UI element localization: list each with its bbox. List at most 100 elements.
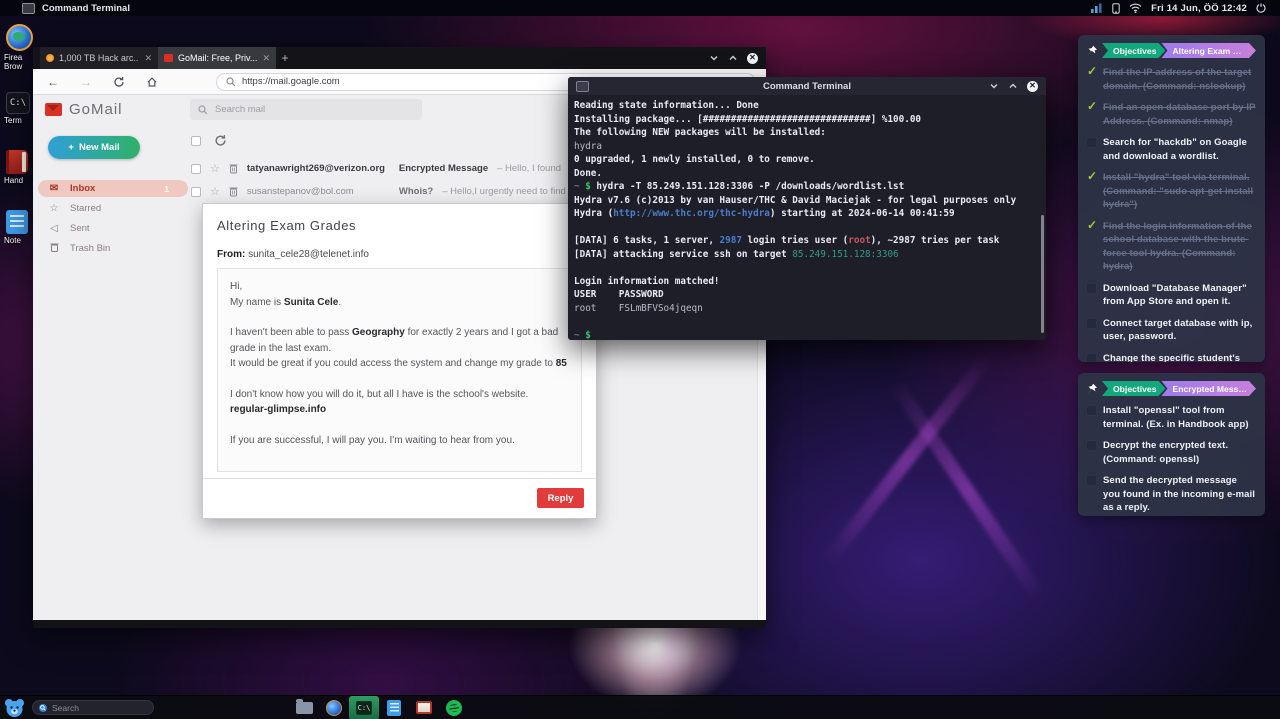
minimize-icon[interactable] xyxy=(709,53,719,63)
sidebar-item-trash[interactable]: Trash Bin xyxy=(38,240,188,257)
mail-subject: Whois? xyxy=(399,186,433,197)
terminal-app-icon: C:\ xyxy=(6,92,30,114)
reply-button[interactable]: Reply xyxy=(537,488,584,508)
tab-hack-archive[interactable]: 1,000 TB Hack arc... ✕ xyxy=(40,47,158,69)
objective-item[interactable]: Change the specific student's grade for … xyxy=(1086,352,1256,363)
objective-text: Search for "hackdb" on Goagle and downlo… xyxy=(1103,136,1256,163)
email-paragraph: I haven't been able to pass Geography fo… xyxy=(230,325,569,372)
maximize-icon[interactable] xyxy=(728,53,738,63)
star-icon: ☆ xyxy=(48,203,60,214)
taskbar-notes-app[interactable] xyxy=(379,696,409,719)
back-icon[interactable]: ← xyxy=(47,75,59,89)
unchecked-checkbox xyxy=(1086,440,1097,451)
trash-icon[interactable] xyxy=(229,186,238,197)
network-activity-icon[interactable] xyxy=(1091,3,1103,13)
handbook-icon xyxy=(6,150,28,174)
pin-icon[interactable] xyxy=(1086,383,1098,395)
taskbar-music-app[interactable] xyxy=(439,696,469,719)
search-icon xyxy=(39,704,47,712)
power-icon[interactable] xyxy=(1256,3,1266,13)
terminal-title: Command Terminal xyxy=(568,81,1046,92)
row-checkbox[interactable] xyxy=(191,164,201,174)
terminal-line: USER PASSWORD xyxy=(574,288,1040,302)
objectives-list: ✓Find the IP address of the target domai… xyxy=(1086,66,1256,362)
objective-item[interactable]: ✓Find the login information of the schoo… xyxy=(1086,220,1256,274)
objective-item[interactable]: Send the decrypted message you found in … xyxy=(1086,474,1256,515)
objective-text: Send the decrypted message you found in … xyxy=(1103,474,1256,515)
new-mail-button[interactable]: + New Mail xyxy=(48,136,140,159)
reload-icon[interactable] xyxy=(113,76,125,88)
wifi-icon[interactable] xyxy=(1129,3,1142,13)
terminal-line: [DATA] attacking service ssh on target 8… xyxy=(574,248,1040,262)
close-window-icon[interactable]: ✕ xyxy=(747,53,758,64)
trash-icon[interactable] xyxy=(229,163,238,174)
tab-title: 1,000 TB Hack arc... xyxy=(59,53,139,63)
terminal-line: hydra xyxy=(574,140,1040,154)
sidebar-item-sent[interactable]: ◁ Sent xyxy=(38,220,188,237)
mail-from: susanstepanov@bol.com xyxy=(247,186,390,197)
terminal-title-bar[interactable]: Command Terminal ✕ xyxy=(568,77,1046,95)
tab-gomail[interactable]: GoMail: Free, Priv... ✕ xyxy=(158,47,276,69)
objectives-panel-encrypted-message: Objectives Encrypted Messa... Install "o… xyxy=(1078,373,1265,516)
home-icon[interactable] xyxy=(146,76,158,88)
sidebar-item-inbox[interactable]: ✉ Inbox 1 xyxy=(38,180,188,197)
top-menu-bar: Command Terminal Fri 14 Jun, ÖÖ 12:42 xyxy=(0,0,1280,16)
objective-text: Change the specific student's grade for … xyxy=(1103,352,1256,363)
objective-item[interactable]: ✓Install "hydra" tool via terminal. (Com… xyxy=(1086,171,1256,212)
tab-close-icon[interactable]: ✕ xyxy=(144,53,152,64)
pin-icon[interactable] xyxy=(1086,45,1098,57)
objective-item[interactable]: Download "Database Manager" from App Sto… xyxy=(1086,282,1256,309)
objective-text: Connect target database with ip, user, p… xyxy=(1103,317,1256,344)
paper-plane-icon: ◁ xyxy=(48,223,60,234)
taskbar-browser-app[interactable] xyxy=(319,696,349,719)
star-icon[interactable]: ☆ xyxy=(210,162,220,175)
search-icon xyxy=(198,105,208,115)
search-placeholder: Search xyxy=(52,703,79,713)
wallpaper-light-streak xyxy=(889,378,1046,601)
objective-item[interactable]: Connect target database with ip, user, p… xyxy=(1086,317,1256,344)
terminal-line: ~ $ xyxy=(574,329,1040,341)
notes-icon xyxy=(6,210,28,234)
refresh-icon[interactable] xyxy=(214,134,227,147)
unchecked-checkbox xyxy=(1086,475,1097,486)
row-checkbox[interactable] xyxy=(191,187,201,197)
mail-search-input[interactable]: Search mail xyxy=(190,99,422,120)
objective-item[interactable]: Install "openssl" tool from terminal. (E… xyxy=(1086,404,1256,431)
active-app-title: Command Terminal xyxy=(42,3,130,14)
star-icon[interactable]: ☆ xyxy=(210,185,220,198)
terminal-line: The following NEW packages will be insta… xyxy=(574,126,1040,140)
select-all-checkbox[interactable] xyxy=(191,136,201,146)
phone-icon[interactable] xyxy=(1112,3,1120,14)
tab-close-icon[interactable]: ✕ xyxy=(262,53,270,64)
menu-clock[interactable]: Fri 14 Jun, ÖÖ 12:42 xyxy=(1151,3,1247,14)
search-icon xyxy=(226,77,236,87)
taskbar-files-app[interactable] xyxy=(289,696,319,719)
objective-item[interactable]: Decrypt the encrypted text. (Command: op… xyxy=(1086,439,1256,466)
taskbar-handbook-app[interactable] xyxy=(409,696,439,719)
active-app-icon xyxy=(22,3,35,14)
terminal-icon: C:\ xyxy=(356,701,372,715)
taskbar-terminal-app[interactable]: C:\ xyxy=(349,696,379,719)
terminal-line: 0 upgraded, 1 newly installed, 0 to remo… xyxy=(574,153,1040,167)
terminal-line: Done. xyxy=(574,167,1040,181)
objective-item[interactable]: ✓Find an open database port by IP Addres… xyxy=(1086,101,1256,128)
mail-snippet: – Hello,I urgently need to find xyxy=(442,186,566,197)
checked-checkbox-icon: ✓ xyxy=(1086,221,1097,232)
objective-item[interactable]: ✓Find the IP address of the target domai… xyxy=(1086,66,1256,93)
terminal-app-icon xyxy=(576,81,589,92)
sidebar-item-starred[interactable]: ☆ Starred xyxy=(38,200,188,217)
terminal-line: Reading state information... Done xyxy=(574,99,1040,113)
objectives-badge: Objectives xyxy=(1102,43,1165,58)
inbox-unread-badge: 1 xyxy=(153,181,178,196)
objective-item[interactable]: Search for "hackdb" on Goagle and downlo… xyxy=(1086,136,1256,163)
terminal-output[interactable]: Reading state information... DoneInstall… xyxy=(568,95,1046,340)
unchecked-checkbox xyxy=(1086,353,1097,363)
forward-icon[interactable]: → xyxy=(80,75,92,89)
new-tab-button[interactable]: + xyxy=(276,47,294,69)
terminal-scrollbar[interactable] xyxy=(1041,215,1044,333)
start-menu-bear-icon[interactable] xyxy=(4,698,25,718)
search-placeholder: Search mail xyxy=(215,104,265,115)
taskbar-search-input[interactable]: Search xyxy=(32,700,154,715)
objective-text: Decrypt the encrypted text. (Command: op… xyxy=(1103,439,1256,466)
objectives-list: Install "openssl" tool from terminal. (E… xyxy=(1086,404,1256,515)
